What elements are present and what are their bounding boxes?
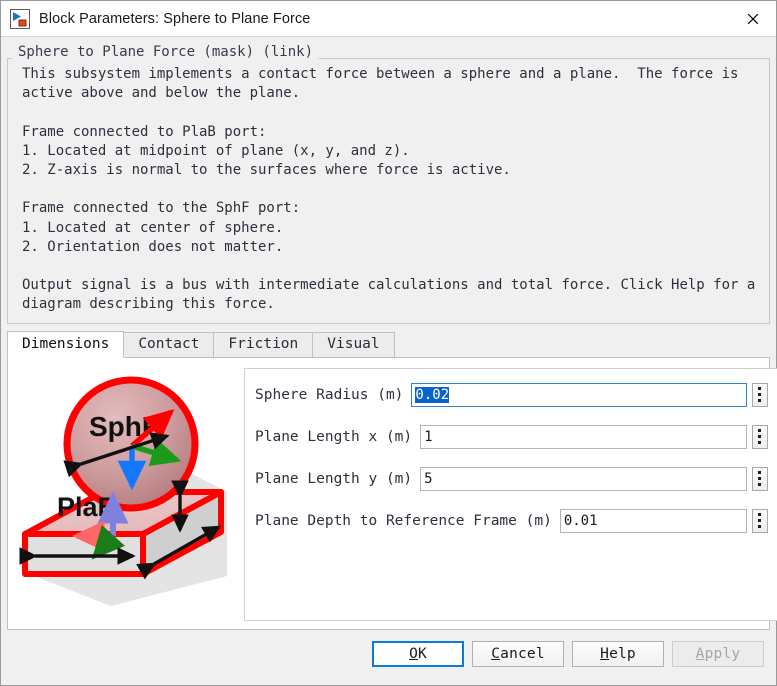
description-box: This subsystem implements a contact forc… bbox=[7, 59, 770, 324]
dimensions-tab-panel: SphF PlaB Sphere Radius (m) 0.02 Plane L… bbox=[7, 357, 777, 630]
field-row-plane-depth: Plane Depth to Reference Frame (m) bbox=[255, 508, 768, 533]
mask-image-pane: SphF PlaB bbox=[8, 358, 244, 629]
window-title: Block Parameters: Sphere to Plane Force bbox=[39, 10, 311, 27]
plane-length-x-spinner-button[interactable] bbox=[751, 424, 768, 449]
spinner-dot-icon bbox=[758, 399, 762, 403]
plane-length-x-input[interactable] bbox=[420, 424, 747, 449]
input-wrap-sphere-radius bbox=[411, 382, 768, 407]
tab-strip: Dimensions Contact Friction Visual bbox=[7, 330, 770, 358]
label-plane-length-y: Plane Length y (m) bbox=[255, 470, 413, 487]
description-legend-row: Sphere to Plane Force (mask) (link) bbox=[7, 44, 770, 60]
help-button-label: Help bbox=[600, 646, 636, 663]
ok-button-label: OK bbox=[409, 646, 427, 663]
spinner-dot-icon bbox=[758, 429, 762, 433]
tab-contact[interactable]: Contact bbox=[123, 331, 215, 358]
cancel-button-label: Cancel bbox=[491, 646, 545, 663]
tab-friction[interactable]: Friction bbox=[213, 331, 314, 358]
plane-length-y-spinner-button[interactable] bbox=[751, 466, 768, 491]
spinner-dot-icon bbox=[758, 525, 762, 529]
tab-visual[interactable]: Visual bbox=[312, 331, 395, 358]
tab-strip-filler bbox=[393, 334, 770, 358]
spinner-dot-icon bbox=[758, 519, 762, 523]
spinner-dot-icon bbox=[758, 393, 762, 397]
help-button[interactable]: Help bbox=[572, 641, 664, 668]
input-wrap-plane-length-y bbox=[420, 466, 768, 491]
plane-depth-spinner-button[interactable] bbox=[751, 508, 768, 533]
ok-button[interactable]: OK bbox=[372, 641, 464, 668]
field-row-plane-length-y: Plane Length y (m) bbox=[255, 466, 768, 491]
plane-frame-label: PlaB bbox=[57, 492, 117, 522]
spinner-dot-icon bbox=[758, 471, 762, 475]
cancel-button[interactable]: Cancel bbox=[472, 641, 564, 668]
block-parameters-dialog: Block Parameters: Sphere to Plane Force … bbox=[0, 0, 777, 686]
spinner-dot-icon bbox=[758, 441, 762, 445]
description-group: Sphere to Plane Force (mask) (link) This… bbox=[7, 44, 770, 324]
close-icon bbox=[747, 13, 759, 24]
description-legend: Sphere to Plane Force (mask) (link) bbox=[18, 44, 314, 60]
tab-dimensions[interactable]: Dimensions bbox=[7, 330, 125, 358]
sphere-to-plane-force-diagram: SphF PlaB bbox=[19, 376, 227, 606]
sphere-radius-spinner-button[interactable] bbox=[751, 382, 768, 407]
sphere-radius-input[interactable] bbox=[411, 382, 747, 407]
label-sphere-radius: Sphere Radius (m) bbox=[255, 386, 404, 403]
field-row-sphere-radius: Sphere Radius (m) bbox=[255, 382, 768, 407]
plane-length-y-input[interactable] bbox=[420, 466, 747, 491]
params-pane: Sphere Radius (m) Plane Length x (m) bbox=[244, 358, 777, 629]
close-button[interactable] bbox=[730, 1, 776, 36]
spinner-dot-icon bbox=[758, 477, 762, 481]
input-wrap-plane-length-x bbox=[420, 424, 768, 449]
plane-depth-to-reference-frame-input[interactable] bbox=[559, 508, 747, 533]
spinner-dot-icon bbox=[758, 435, 762, 439]
label-plane-length-x: Plane Length x (m) bbox=[255, 428, 413, 445]
spinner-dot-icon bbox=[758, 513, 762, 517]
sphere-frame-label: SphF bbox=[89, 411, 159, 442]
description-text: This subsystem implements a contact forc… bbox=[22, 66, 756, 313]
spinner-dot-icon bbox=[758, 387, 762, 391]
label-plane-depth-to-reference-frame: Plane Depth to Reference Frame (m) bbox=[255, 512, 552, 529]
dialog-footer: OK Cancel Help Apply bbox=[1, 629, 776, 685]
input-wrap-plane-depth bbox=[559, 508, 768, 533]
simulink-block-icon bbox=[10, 8, 30, 29]
title-bar: Block Parameters: Sphere to Plane Force bbox=[1, 1, 776, 37]
spinner-dot-icon bbox=[758, 483, 762, 487]
apply-button[interactable]: Apply bbox=[672, 641, 764, 668]
dimensions-params-box: Sphere Radius (m) Plane Length x (m) bbox=[244, 367, 777, 621]
field-row-plane-length-x: Plane Length x (m) bbox=[255, 424, 768, 449]
apply-button-label: Apply bbox=[695, 646, 741, 663]
